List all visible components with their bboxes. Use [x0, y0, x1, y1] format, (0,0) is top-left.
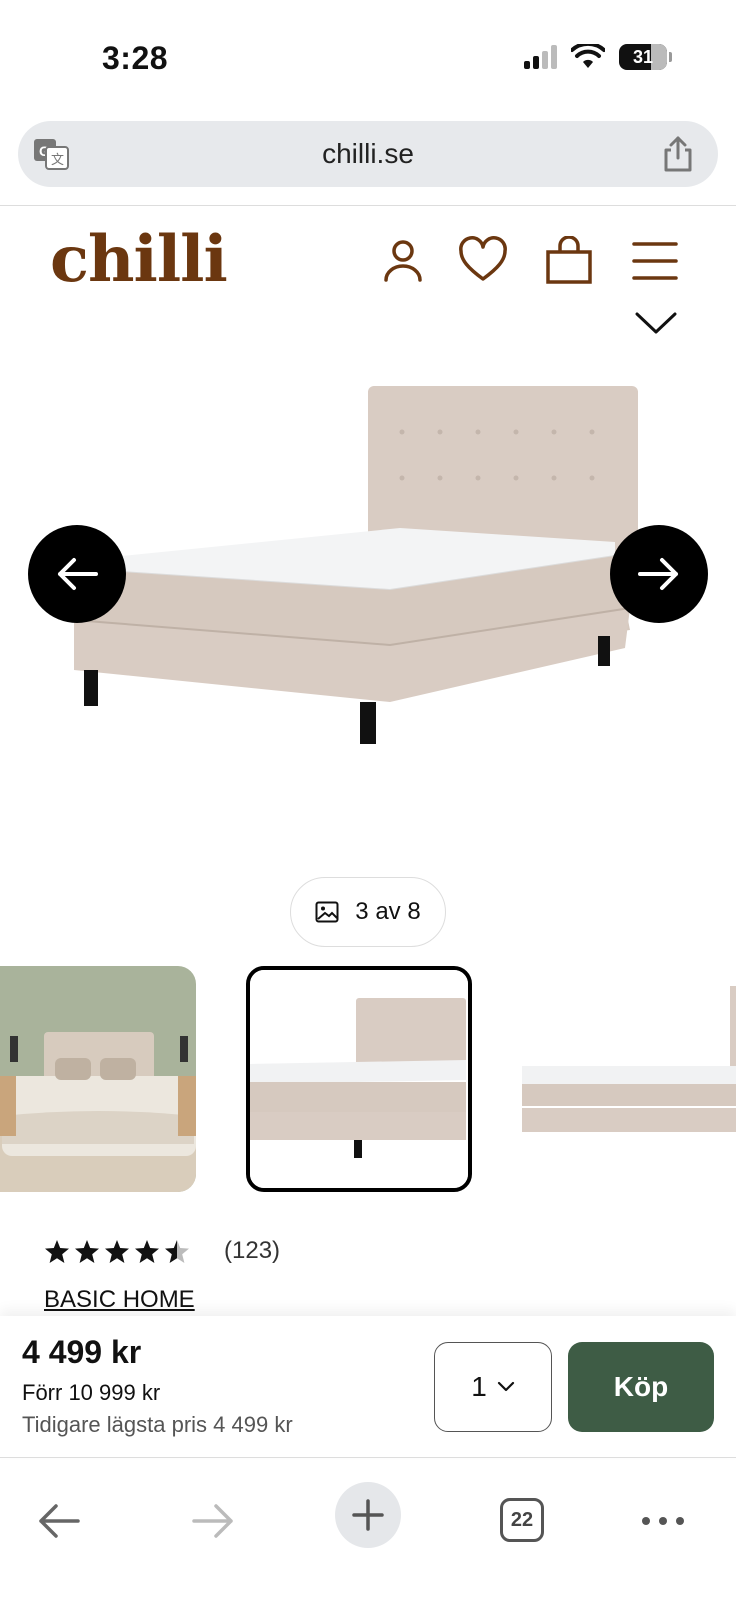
thumbnail-bedroom[interactable] [0, 966, 196, 1192]
next-image-button[interactable] [610, 525, 708, 623]
shopping-bag-icon[interactable] [544, 236, 594, 286]
more-options-icon[interactable] [640, 1496, 686, 1546]
image-counter[interactable]: 3 av 8 [290, 877, 446, 947]
battery-icon: 31 [619, 44, 667, 70]
account-icon[interactable] [378, 236, 428, 286]
new-tab-button[interactable] [335, 1482, 401, 1548]
image-icon [315, 901, 339, 923]
chevron-down-icon[interactable] [634, 310, 678, 336]
divider [0, 205, 736, 206]
review-count[interactable]: (123) [224, 1237, 280, 1265]
tabs-button[interactable]: 22 [500, 1498, 544, 1542]
product-rating[interactable]: (123) [44, 1236, 280, 1266]
site-logo[interactable]: chilli [50, 222, 228, 297]
status-bar: 3:28 31 [0, 0, 736, 110]
back-arrow-icon[interactable] [36, 1496, 82, 1546]
buy-bar: 4 499 kr Förr 10 999 kr Tidigare lägsta … [0, 1316, 736, 1458]
image-counter-text: 3 av 8 [355, 898, 421, 925]
plus-icon [352, 1499, 384, 1531]
quantity-value: 1 [471, 1371, 487, 1402]
star-rating-icon [45, 1240, 189, 1263]
wishlist-heart-icon[interactable] [458, 236, 508, 286]
thumbnail-side[interactable] [518, 966, 736, 1192]
status-time: 3:28 [102, 40, 169, 76]
arrow-left-icon [58, 558, 98, 590]
menu-icon[interactable] [630, 236, 680, 286]
chevron-down-icon [497, 1381, 514, 1392]
cellular-signal-icon [524, 45, 557, 69]
share-icon[interactable] [660, 135, 696, 173]
buy-button[interactable]: Köp [568, 1342, 714, 1432]
status-indicators: 31 [524, 44, 672, 70]
lowest-price-note: Tidigare lägsta pris 4 499 kr [22, 1412, 293, 1437]
thumbnail-selected[interactable] [246, 966, 472, 1192]
previous-image-button[interactable] [28, 525, 126, 623]
brand-link[interactable]: BASIC HOME [44, 1286, 195, 1314]
quantity-select[interactable]: 1 [434, 1342, 552, 1432]
address-bar[interactable]: G 文 chilli.se [18, 121, 718, 187]
arrow-right-icon [638, 558, 678, 590]
product-image[interactable] [60, 380, 660, 770]
current-price: 4 499 kr [22, 1334, 142, 1370]
battery-level: 31 [632, 46, 654, 67]
wifi-icon [571, 44, 605, 68]
previous-price: Förr 10 999 kr [22, 1380, 161, 1405]
url-text[interactable]: chilli.se [18, 121, 718, 187]
forward-arrow-icon[interactable] [190, 1496, 236, 1546]
browser-toolbar: 22 [0, 1460, 736, 1600]
